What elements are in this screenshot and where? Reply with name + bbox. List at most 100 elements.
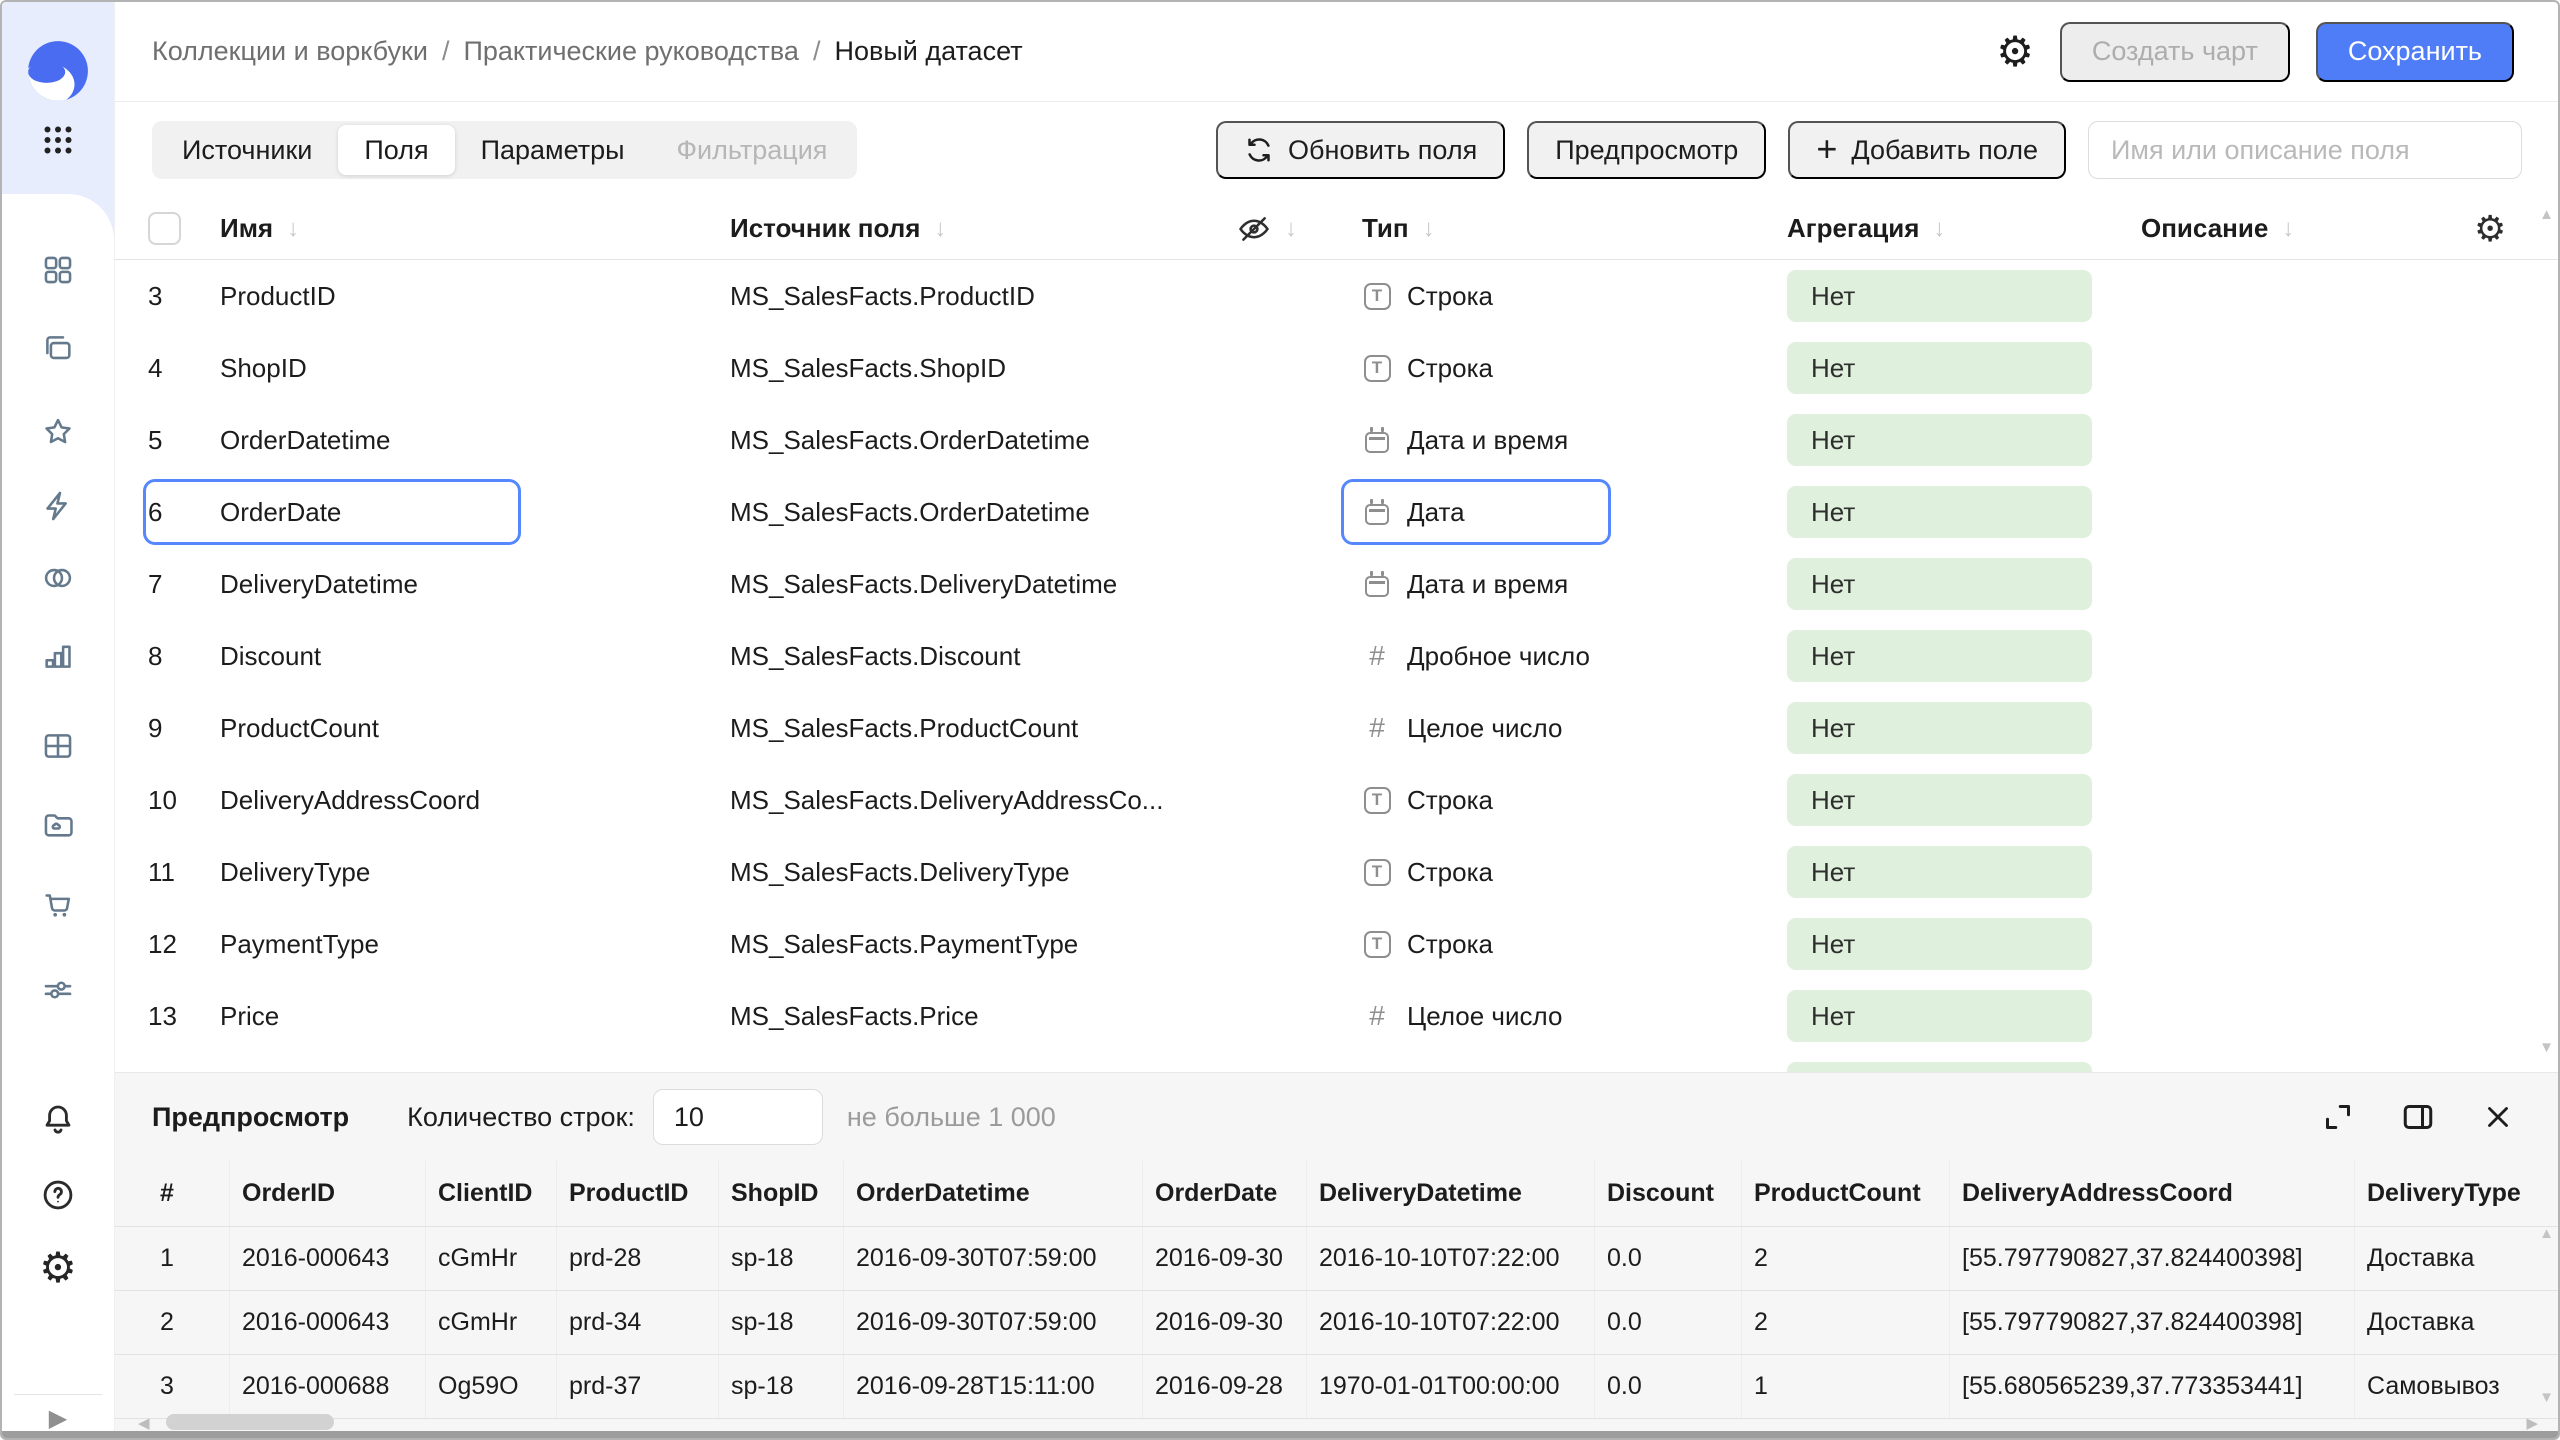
sidebar-expand-button[interactable]: ▶ bbox=[2, 1404, 114, 1433]
apps-grid-icon[interactable] bbox=[40, 122, 76, 163]
scroll-down-arrow[interactable]: ▼ bbox=[2539, 1389, 2554, 1406]
field-aggregation-cell[interactable]: Нет bbox=[1787, 270, 2141, 322]
field-row[interactable]: 3 ProductID MS_SalesFacts.ProductID T Ст… bbox=[114, 260, 2560, 332]
tab-Параметры[interactable]: Параметры bbox=[455, 125, 651, 175]
field-name-cell[interactable]: ShopID bbox=[220, 353, 730, 384]
field-type-cell[interactable]: # Целое число bbox=[1362, 1000, 1787, 1032]
field-aggregation-cell[interactable]: Нет bbox=[1787, 630, 2141, 682]
field-aggregation-cell[interactable]: Нет bbox=[1787, 558, 2141, 610]
aggregation-pill[interactable]: Нет bbox=[1787, 270, 2092, 322]
sidebar-item-services[interactable] bbox=[40, 972, 76, 1008]
field-source-cell[interactable]: MS_SalesFacts.OrderDatetime bbox=[730, 497, 1237, 528]
field-aggregation-cell[interactable]: Нет bbox=[1787, 846, 2141, 898]
aggregation-pill[interactable]: Нет bbox=[1787, 486, 2092, 538]
scroll-up-arrow[interactable]: ▲ bbox=[2539, 206, 2554, 223]
field-source-cell[interactable]: MS_SalesFacts.ProductID bbox=[730, 281, 1237, 312]
scroll-up-arrow[interactable]: ▲ bbox=[2539, 1225, 2554, 1242]
aggregation-pill[interactable]: Нет bbox=[1787, 342, 2092, 394]
help-icon[interactable] bbox=[40, 1177, 76, 1213]
breadcrumb-item[interactable]: Практические руководства bbox=[463, 36, 798, 67]
field-name-cell[interactable]: Discount bbox=[220, 641, 730, 672]
column-header-aggregation[interactable]: Агрегация bbox=[1787, 213, 1919, 244]
field-aggregation-cell[interactable]: Нет bbox=[1787, 990, 2141, 1042]
scroll-right-arrow[interactable]: ▶ bbox=[2526, 1414, 2538, 1432]
field-aggregation-cell[interactable]: Нет bbox=[1787, 486, 2141, 538]
field-type-cell[interactable]: Дата и время bbox=[1362, 425, 1787, 456]
aggregation-pill[interactable]: Нет bbox=[1787, 774, 2092, 826]
aggregation-pill[interactable]: Нет bbox=[1787, 702, 2092, 754]
sidebar-item-datasets[interactable] bbox=[40, 560, 76, 596]
sidebar-item-marketplace[interactable] bbox=[40, 886, 76, 922]
field-row[interactable]: 11 DeliveryType MS_SalesFacts.DeliveryTy… bbox=[114, 836, 2560, 908]
sort-icon[interactable] bbox=[1933, 215, 1945, 243]
refresh-fields-button[interactable]: Обновить поля bbox=[1216, 121, 1505, 179]
field-name-cell[interactable]: DeliveryDatetime bbox=[220, 569, 730, 600]
field-row[interactable]: 4 ShopID MS_SalesFacts.ShopID T Строка Н… bbox=[114, 332, 2560, 404]
split-panel-icon[interactable] bbox=[2398, 1097, 2438, 1137]
table-settings-gear-icon[interactable]: ⚙ bbox=[2474, 211, 2506, 247]
field-row[interactable]: 6 OrderDate MS_SalesFacts.OrderDatetime … bbox=[114, 476, 2560, 548]
field-aggregation-cell[interactable]: Нет bbox=[1787, 702, 2141, 754]
tab-Поля[interactable]: Поля bbox=[338, 125, 454, 175]
field-type-cell[interactable]: T Строка bbox=[1362, 281, 1787, 312]
field-row[interactable]: 9 ProductCount MS_SalesFacts.ProductCoun… bbox=[114, 692, 2560, 764]
field-aggregation-cell[interactable]: Нет bbox=[1787, 414, 2141, 466]
sidebar-item-dashboards[interactable] bbox=[40, 728, 76, 764]
field-name-cell[interactable]: OrderDate bbox=[220, 497, 730, 528]
scroll-down-arrow[interactable]: ▼ bbox=[2539, 1039, 2554, 1056]
aggregation-pill[interactable]: Нет bbox=[1787, 846, 2092, 898]
sort-icon[interactable] bbox=[2282, 215, 2294, 243]
field-aggregation-cell[interactable]: Нет bbox=[1787, 774, 2141, 826]
maximize-icon[interactable] bbox=[2318, 1097, 2358, 1137]
sidebar-item-storage[interactable] bbox=[40, 806, 76, 842]
field-type-cell[interactable]: T Строка bbox=[1362, 857, 1787, 888]
field-name-cell[interactable]: Price bbox=[220, 1001, 730, 1032]
sidebar-item-charts[interactable] bbox=[40, 638, 76, 674]
field-name-cell[interactable]: OrderDatetime bbox=[220, 425, 730, 456]
sort-icon[interactable] bbox=[287, 215, 299, 243]
field-type-cell[interactable]: T Строка bbox=[1362, 785, 1787, 816]
field-search-input[interactable] bbox=[2088, 121, 2522, 179]
aggregation-pill[interactable]: Нет bbox=[1787, 630, 2092, 682]
select-all-checkbox[interactable] bbox=[148, 212, 181, 245]
aggregation-pill[interactable]: Нет bbox=[1787, 990, 2092, 1042]
field-name-cell[interactable]: DeliveryType bbox=[220, 857, 730, 888]
field-source-cell[interactable]: MS_SalesFacts.ProductCount bbox=[730, 713, 1237, 744]
sidebar-item-collections[interactable] bbox=[40, 330, 76, 366]
field-row[interactable]: 12 PaymentType MS_SalesFacts.PaymentType… bbox=[114, 908, 2560, 980]
sort-icon[interactable] bbox=[1285, 215, 1297, 243]
field-type-cell[interactable]: Дата bbox=[1362, 497, 1787, 528]
field-source-cell[interactable]: MS_SalesFacts.OrderDatetime bbox=[730, 425, 1237, 456]
sort-icon[interactable] bbox=[1423, 215, 1435, 243]
field-source-cell[interactable]: MS_SalesFacts.PaymentType bbox=[730, 929, 1237, 960]
field-source-cell[interactable]: MS_SalesFacts.Price bbox=[730, 1001, 1237, 1032]
field-source-cell[interactable]: MS_SalesFacts.ShopID bbox=[730, 353, 1237, 384]
field-source-cell[interactable]: MS_SalesFacts.DeliveryDatetime bbox=[730, 569, 1237, 600]
add-field-button[interactable]: + Добавить поле bbox=[1788, 121, 2066, 179]
field-row[interactable]: 10 DeliveryAddressCoord MS_SalesFacts.De… bbox=[114, 764, 2560, 836]
create-chart-button[interactable]: Создать чарт bbox=[2060, 22, 2290, 82]
sort-icon[interactable] bbox=[934, 215, 946, 243]
row-count-input[interactable] bbox=[653, 1089, 823, 1145]
dataset-settings-gear-icon[interactable]: ⚙ bbox=[1996, 31, 2034, 73]
field-row[interactable]: 7 DeliveryDatetime MS_SalesFacts.Deliver… bbox=[114, 548, 2560, 620]
sidebar-item-favorites[interactable] bbox=[40, 414, 76, 450]
field-type-cell[interactable]: Дата и время bbox=[1362, 569, 1787, 600]
tab-Источники[interactable]: Источники bbox=[156, 125, 338, 175]
field-source-cell[interactable]: MS_SalesFacts.DeliveryType bbox=[730, 857, 1237, 888]
field-name-cell[interactable]: ProductID bbox=[220, 281, 730, 312]
field-aggregation-cell[interactable]: Нет bbox=[1787, 342, 2141, 394]
column-header-description[interactable]: Описание bbox=[2141, 213, 2268, 244]
sidebar-item-navigation[interactable] bbox=[40, 252, 76, 288]
save-button[interactable]: Сохранить bbox=[2316, 22, 2514, 82]
field-type-cell[interactable]: T Строка bbox=[1362, 929, 1787, 960]
field-row[interactable]: 5 OrderDatetime MS_SalesFacts.OrderDatet… bbox=[114, 404, 2560, 476]
field-source-cell[interactable]: MS_SalesFacts.DeliveryAddressCo... bbox=[730, 785, 1237, 816]
notifications-bell-icon[interactable] bbox=[40, 1101, 76, 1137]
scrollbar-thumb[interactable] bbox=[166, 1414, 334, 1430]
field-aggregation-cell[interactable]: Нет bbox=[1787, 918, 2141, 970]
aggregation-pill[interactable]: Нет bbox=[1787, 918, 2092, 970]
datalens-logo[interactable] bbox=[25, 38, 91, 109]
aggregation-pill[interactable]: Нет bbox=[1787, 414, 2092, 466]
scroll-left-arrow[interactable]: ◀ bbox=[138, 1414, 150, 1432]
